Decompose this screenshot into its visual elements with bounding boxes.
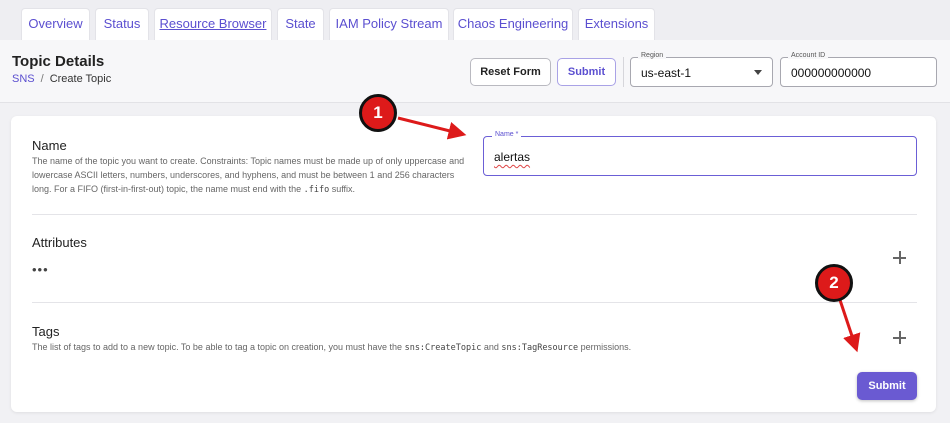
section-divider bbox=[32, 214, 917, 215]
tab-state[interactable]: State bbox=[277, 8, 324, 40]
tab-iam-policy-stream[interactable]: IAM Policy Stream bbox=[329, 8, 449, 40]
tab-chaos-engineering[interactable]: Chaos Engineering bbox=[453, 8, 573, 40]
region-value: us-east-1 bbox=[641, 66, 692, 80]
attributes-section-title: Attributes bbox=[32, 235, 87, 250]
annotation-badge-1: 1 bbox=[359, 94, 397, 132]
reset-form-button[interactable]: Reset Form bbox=[470, 58, 551, 86]
add-tag-plus-icon[interactable] bbox=[893, 331, 907, 345]
name-section-title: Name bbox=[32, 138, 67, 153]
account-id-label: Account ID bbox=[788, 52, 829, 59]
submit-button[interactable]: Submit bbox=[857, 372, 917, 400]
region-label: Region bbox=[638, 52, 667, 59]
account-id-field[interactable]: Account ID 000000000000 bbox=[780, 52, 937, 87]
account-id-value: 000000000000 bbox=[791, 66, 872, 80]
chevron-down-icon bbox=[754, 70, 762, 75]
section-divider bbox=[32, 302, 917, 303]
name-input[interactable]: Name * alertas bbox=[483, 131, 917, 176]
breadcrumb-sns-link[interactable]: SNS bbox=[12, 73, 35, 85]
header-submit-button[interactable]: Submit bbox=[557, 58, 616, 86]
fifo-code: .fifo bbox=[303, 185, 330, 195]
region-select[interactable]: Region us-east-1 bbox=[630, 52, 773, 87]
add-attribute-plus-icon[interactable] bbox=[893, 251, 907, 265]
name-input-label: Name * bbox=[492, 131, 522, 138]
name-section-description: The name of the topic you want to create… bbox=[32, 156, 465, 195]
breadcrumb-separator: / bbox=[40, 73, 44, 85]
tab-status[interactable]: Status bbox=[95, 8, 149, 40]
tab-extensions[interactable]: Extensions bbox=[578, 8, 655, 40]
topic-form-card: Name The name of the topic you want to c… bbox=[11, 116, 936, 412]
tags-section-description: The list of tags to add to a new topic. … bbox=[32, 342, 632, 353]
tab-bar: Overview Status Resource Browser State I… bbox=[0, 0, 950, 40]
breadcrumb: SNS / Create Topic bbox=[12, 73, 111, 85]
tab-overview[interactable]: Overview bbox=[21, 8, 90, 40]
tab-resource-browser[interactable]: Resource Browser bbox=[154, 8, 272, 40]
header-divider bbox=[623, 57, 624, 87]
annotation-badge-2: 2 bbox=[815, 264, 853, 302]
page-title: Topic Details bbox=[12, 53, 105, 70]
attributes-more-icon[interactable]: ••• bbox=[32, 262, 49, 277]
name-input-value: alertas bbox=[494, 150, 531, 164]
tags-section-title: Tags bbox=[32, 324, 60, 339]
breadcrumb-current: Create Topic bbox=[49, 73, 112, 85]
